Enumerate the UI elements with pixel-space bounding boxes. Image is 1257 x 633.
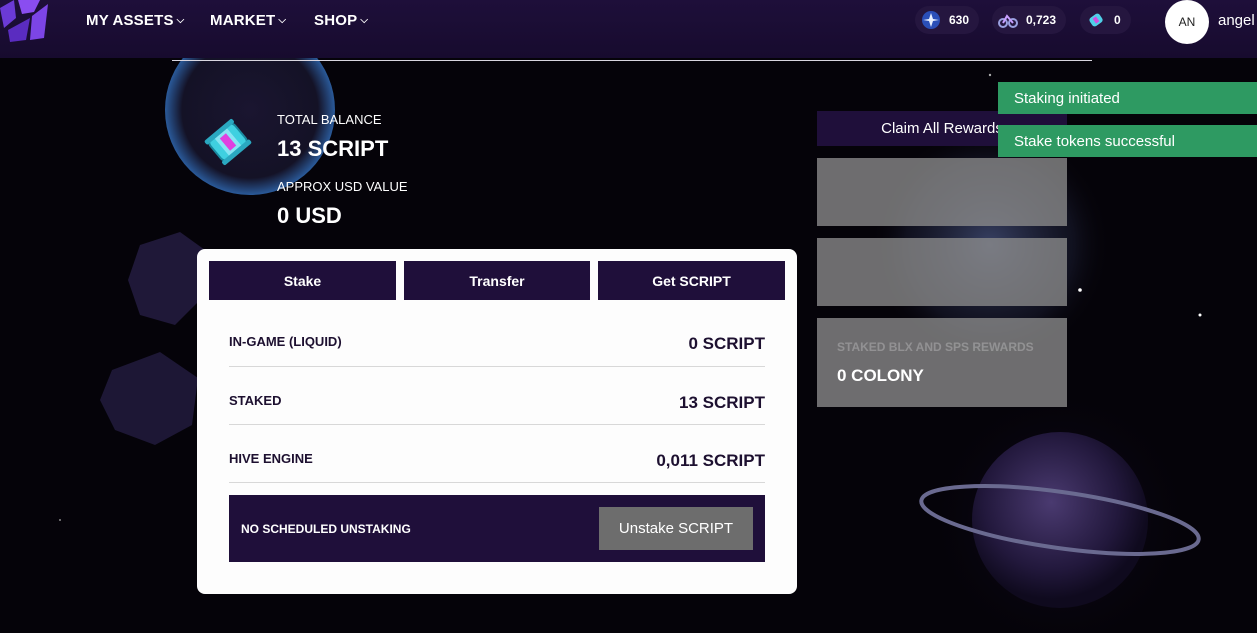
rewards-card-1 bbox=[817, 158, 1067, 226]
row-value: 13 SCRIPT bbox=[679, 393, 765, 412]
row-label: STAKED bbox=[229, 393, 282, 408]
row-hive-engine: HIVE ENGINE 0,011 SCRIPT bbox=[229, 425, 765, 483]
unstake-panel: NO SCHEDULED UNSTAKING Unstake SCRIPT bbox=[229, 495, 765, 562]
balance-card: Stake Transfer Get SCRIPT IN-GAME (LIQUI… bbox=[197, 249, 797, 594]
chevron-down-icon: ⌵ bbox=[360, 15, 369, 26]
unstake-button[interactable]: Unstake SCRIPT bbox=[599, 507, 753, 550]
divider bbox=[172, 60, 1092, 61]
row-value: 0 SCRIPT bbox=[688, 334, 765, 353]
rewards-card-3: STAKED BLX AND SPS REWARDS 0 COLONY bbox=[817, 318, 1067, 407]
chevron-down-icon: ⌵ bbox=[176, 15, 185, 26]
usd-value: 0 USD bbox=[277, 203, 342, 228]
toast-staking-initiated[interactable]: Staking initiated bbox=[998, 82, 1257, 114]
rewards-card-3-label: STAKED BLX AND SPS REWARDS bbox=[837, 340, 1034, 354]
currency-star[interactable]: 630 bbox=[915, 6, 980, 34]
tab-get-script[interactable]: Get SCRIPT bbox=[598, 261, 785, 300]
currency-script-value: 0 bbox=[1114, 13, 1121, 27]
top-header: MY ASSETS ⌵ MARKET ⌵ SHOP ⌵ 630 0,723 0 … bbox=[0, 0, 1257, 58]
toast-stake-success[interactable]: Stake tokens successful bbox=[998, 125, 1257, 157]
currency-star-value: 630 bbox=[949, 13, 970, 27]
row-in-game: IN-GAME (LIQUID) 0 SCRIPT bbox=[229, 309, 765, 367]
nav-my-assets[interactable]: MY ASSETS ⌵ bbox=[86, 12, 184, 29]
nav-shop[interactable]: SHOP ⌵ bbox=[314, 12, 368, 29]
row-staked: STAKED 13 SCRIPT bbox=[229, 367, 765, 425]
nav-my-assets-label: MY ASSETS bbox=[86, 12, 174, 29]
unstake-status: NO SCHEDULED UNSTAKING bbox=[241, 522, 411, 536]
script-capsule-icon bbox=[204, 118, 252, 166]
username[interactable]: angel bbox=[1218, 12, 1255, 29]
total-balance-value: 13 SCRIPT bbox=[277, 136, 389, 161]
rewards-card-2 bbox=[817, 238, 1067, 306]
currency-bike-value: 0,723 bbox=[1026, 13, 1057, 27]
row-label: HIVE ENGINE bbox=[229, 451, 313, 466]
row-value: 0,011 SCRIPT bbox=[656, 451, 765, 470]
star-coin-icon bbox=[922, 11, 940, 29]
chevron-down-icon: ⌵ bbox=[278, 15, 287, 26]
currency-bike[interactable]: 0,723 bbox=[992, 6, 1067, 34]
total-balance-label: TOTAL BALANCE bbox=[277, 112, 382, 127]
row-label: IN-GAME (LIQUID) bbox=[229, 334, 342, 349]
nav-market-label: MARKET bbox=[210, 12, 276, 29]
colony-value: 0 COLONY bbox=[837, 366, 924, 385]
script-capsule-icon bbox=[1089, 13, 1103, 27]
nav-market[interactable]: MARKET ⌵ bbox=[210, 12, 286, 29]
tab-stake[interactable]: Stake bbox=[209, 261, 396, 300]
logo-icon[interactable] bbox=[0, 0, 52, 44]
nav-shop-label: SHOP bbox=[314, 12, 358, 29]
tab-transfer[interactable]: Transfer bbox=[404, 261, 590, 300]
bike-icon bbox=[998, 14, 1018, 28]
avatar[interactable]: AN bbox=[1165, 0, 1209, 44]
currency-script[interactable]: 0 bbox=[1080, 6, 1131, 34]
usd-value-label: APPROX USD VALUE bbox=[277, 179, 408, 194]
